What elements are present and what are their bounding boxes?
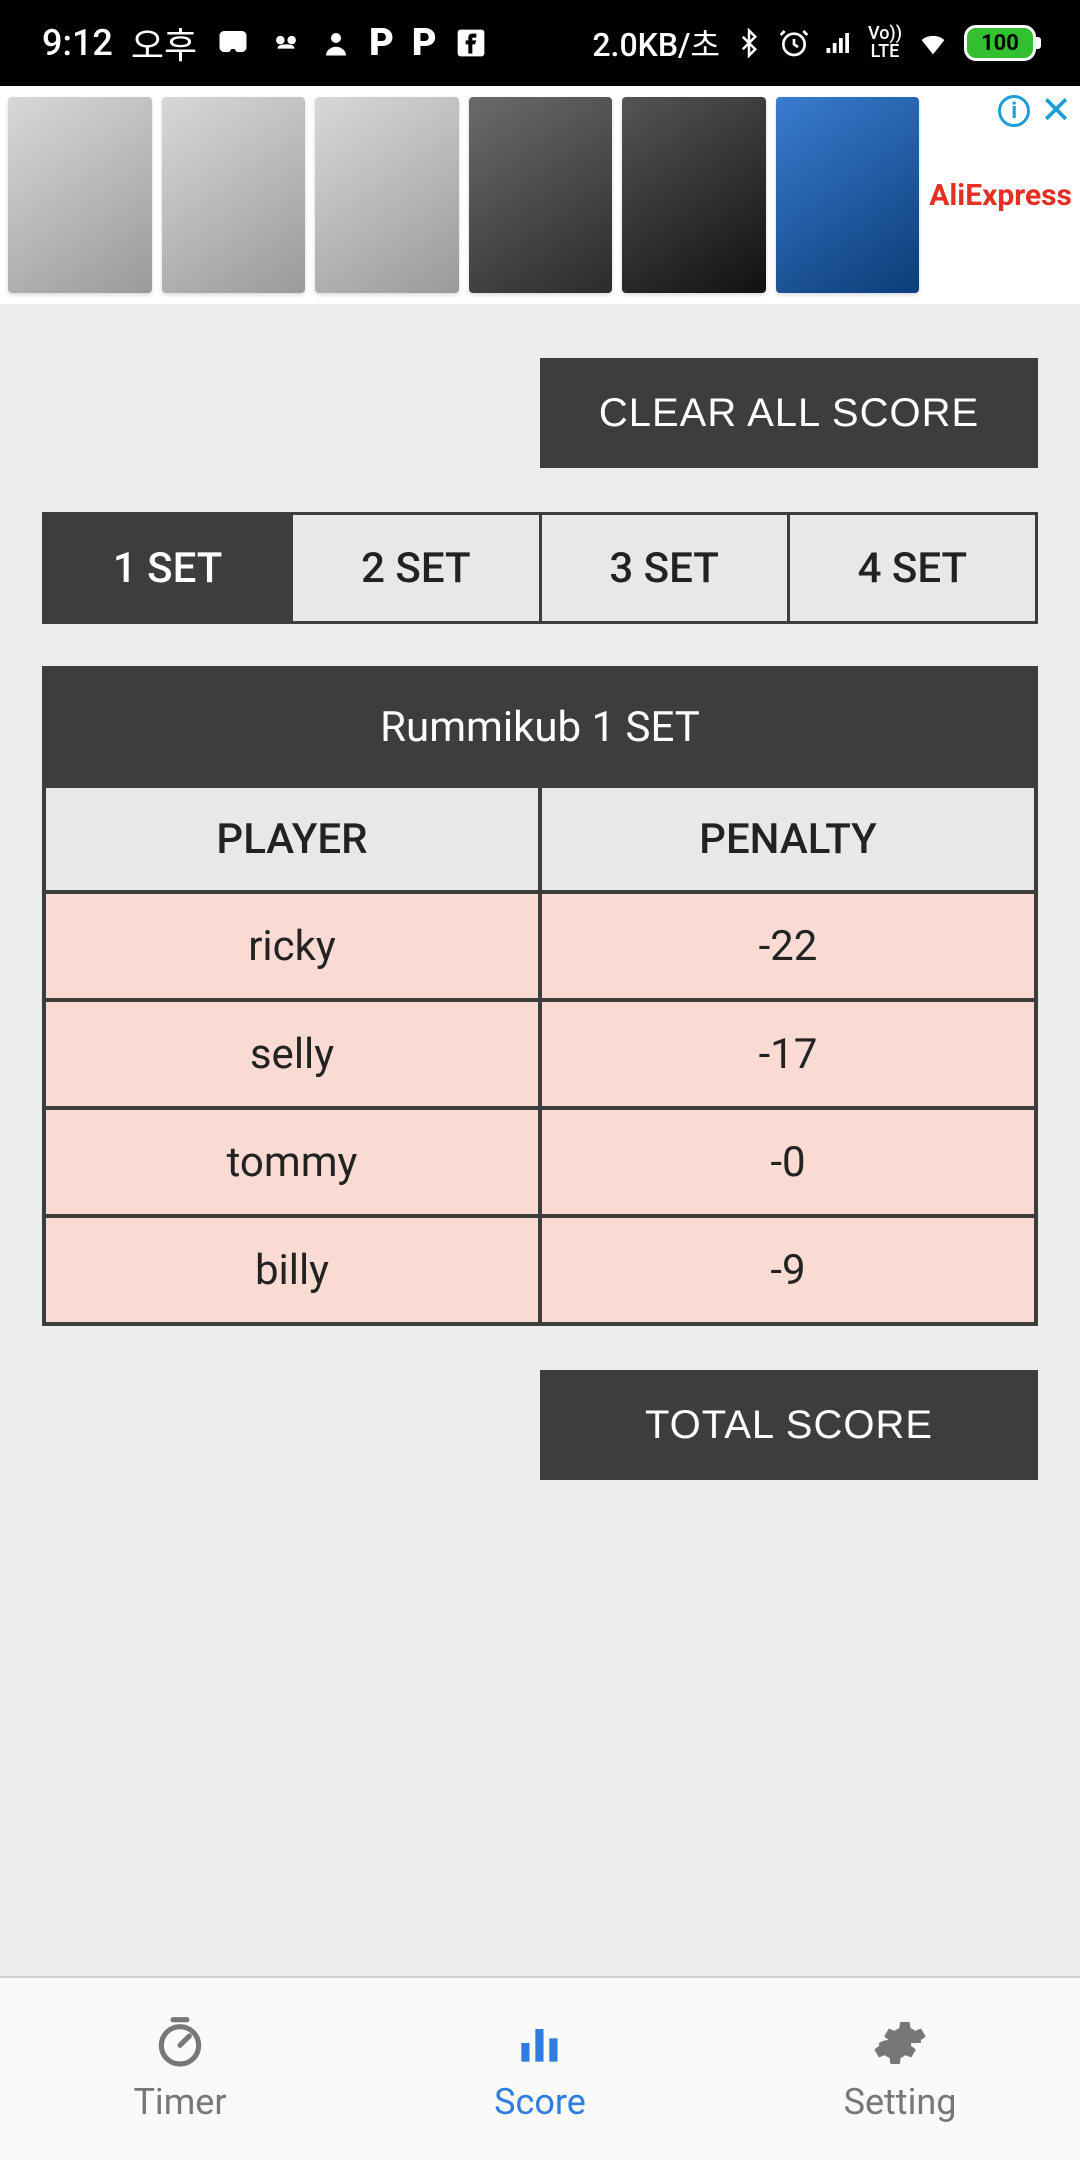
clear-all-button[interactable]: CLEAR ALL SCORE: [540, 358, 1038, 468]
battery-icon: 100: [964, 25, 1036, 61]
facebook-icon: [455, 27, 487, 59]
ad-info-icon[interactable]: i: [998, 95, 1030, 127]
timer-icon: [152, 2015, 208, 2071]
cell-player: selly: [46, 1002, 542, 1106]
ad-product-image: [469, 97, 613, 293]
tab-set-4[interactable]: 4 SET: [790, 515, 1035, 621]
table-row[interactable]: ricky -22: [46, 890, 1034, 998]
table-row[interactable]: selly -17: [46, 998, 1034, 1106]
cell-player: tommy: [46, 1110, 542, 1214]
person-icon: [321, 28, 351, 58]
header-player: PLAYER: [46, 788, 542, 890]
table-header: PLAYER PENALTY: [46, 784, 1034, 890]
status-right: 2.0KB/초 Vo))LTE 100: [592, 20, 1036, 66]
main-content: CLEAR ALL SCORE 1 SET 2 SET 3 SET 4 SET …: [0, 304, 1080, 1976]
ad-product-image: [162, 97, 306, 293]
tab-set-2[interactable]: 2 SET: [293, 515, 541, 621]
ad-brand-label: AliExpress: [929, 178, 1072, 213]
p-icon-1: P: [369, 21, 394, 65]
signal-icon: [824, 28, 854, 58]
nav-timer[interactable]: Timer: [0, 1978, 360, 2160]
status-meridiem: 오후: [131, 17, 197, 69]
nav-timer-label: Timer: [133, 2081, 226, 2123]
nav-setting-label: Setting: [844, 2081, 957, 2123]
table-row[interactable]: billy -9: [46, 1214, 1034, 1322]
cell-penalty: -9: [542, 1218, 1034, 1322]
header-penalty: PENALTY: [542, 788, 1034, 890]
bluetooth-icon: [734, 28, 764, 58]
status-time: 9:12: [42, 22, 113, 64]
ad-product-image: [315, 97, 459, 293]
gear-icon: [872, 2015, 928, 2071]
wifi-icon: [916, 26, 950, 60]
message-icon: [215, 25, 251, 61]
battery-level: 100: [981, 31, 1019, 56]
p-icon-2: P: [412, 21, 437, 65]
tab-set-1[interactable]: 1 SET: [45, 515, 293, 621]
cell-player: billy: [46, 1218, 542, 1322]
nav-score-label: Score: [494, 2081, 586, 2123]
status-bar: 9:12 오후 P P 2.0KB/초 Vo))LTE: [0, 0, 1080, 86]
nav-setting[interactable]: Setting: [720, 1978, 1080, 2160]
bottom-nav: Timer Score Setting: [0, 1976, 1080, 2160]
data-rate: 2.0KB/초: [592, 20, 720, 66]
cell-player: ricky: [46, 894, 542, 998]
score-table: Rummikub 1 SET PLAYER PENALTY ricky -22 …: [42, 666, 1038, 1326]
alarm-icon: [778, 27, 810, 59]
cell-penalty: -17: [542, 1002, 1034, 1106]
chart-icon: [512, 2015, 568, 2071]
ad-banner[interactable]: AliExpress i ✕: [0, 86, 1080, 304]
nav-score[interactable]: Score: [360, 1978, 720, 2160]
ad-close-icon[interactable]: ✕: [1040, 92, 1072, 130]
table-title: Rummikub 1 SET: [46, 670, 1034, 784]
app-icon: [269, 26, 303, 60]
cell-penalty: -0: [542, 1110, 1034, 1214]
ad-product-image: [8, 97, 152, 293]
table-row[interactable]: tommy -0: [46, 1106, 1034, 1214]
volte-icon: Vo))LTE: [868, 25, 902, 61]
status-left: 9:12 오후 P P: [42, 17, 487, 69]
set-tabs: 1 SET 2 SET 3 SET 4 SET: [42, 512, 1038, 624]
ad-product-image: [622, 97, 766, 293]
cell-penalty: -22: [542, 894, 1034, 998]
ad-product-image: [776, 97, 920, 293]
total-score-button[interactable]: TOTAL SCORE: [540, 1370, 1038, 1480]
tab-set-3[interactable]: 3 SET: [542, 515, 790, 621]
